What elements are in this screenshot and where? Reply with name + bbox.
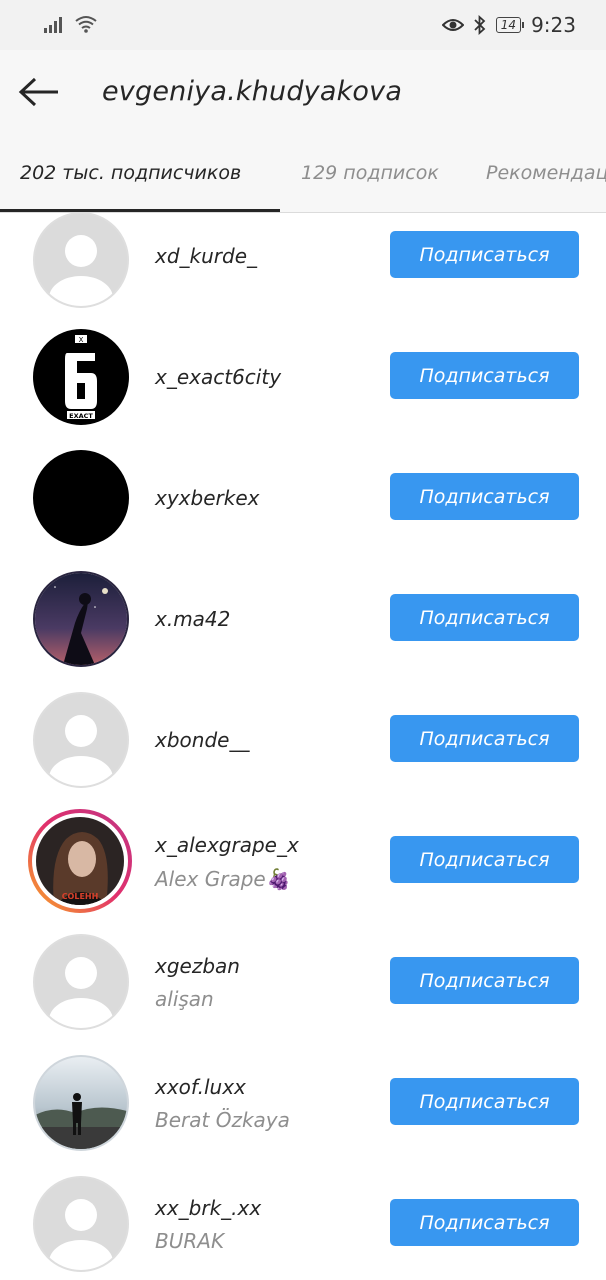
follow-button[interactable]: Подписаться	[390, 231, 579, 278]
follower-username[interactable]: x.ma42	[155, 607, 230, 631]
list-item[interactable]: COLEHH x_alexgrape_x Alex Grape🍇 Подписа…	[0, 805, 606, 926]
default-avatar-icon	[33, 934, 129, 1030]
tab-recommendations[interactable]: Рекомендации	[486, 134, 606, 212]
bluetooth-icon	[474, 15, 486, 35]
follower-username[interactable]: x_exact6city	[155, 365, 281, 389]
follower-full-name: alişan	[155, 987, 214, 1011]
follow-button[interactable]: Подписаться	[390, 352, 579, 399]
follower-username[interactable]: xxof.luxx	[155, 1075, 246, 1099]
list-item[interactable]: xd_kurde_ Подписаться	[0, 213, 606, 321]
avatar[interactable]	[33, 692, 129, 788]
default-avatar-icon	[33, 213, 129, 308]
status-time: 9:23	[531, 13, 576, 37]
status-bar: 14 9:23	[0, 0, 606, 50]
active-tab-indicator	[0, 209, 280, 212]
followers-list: xd_kurde_ Подписаться X EXACT x_exact6ci…	[0, 213, 606, 1280]
eye-icon	[441, 19, 464, 31]
follower-username[interactable]: xx_brk_.xx	[155, 1196, 261, 1220]
svg-text:COLEHH: COLEHH	[62, 892, 99, 901]
avatar[interactable]: X EXACT	[33, 329, 129, 425]
app-header: evgeniya.khudyakova	[0, 50, 606, 134]
avatar[interactable]: COLEHH	[27, 808, 133, 914]
page-title: evgeniya.khudyakova	[102, 76, 403, 107]
follow-button[interactable]: Подписаться	[390, 473, 579, 520]
girl-photo: COLEHH	[34, 815, 126, 907]
list-item[interactable]: xbonde__ Подписаться	[0, 684, 606, 805]
avatar[interactable]	[33, 1055, 129, 1151]
exact6-logo: X EXACT	[33, 329, 129, 425]
follow-button[interactable]: Подписаться	[390, 715, 579, 762]
tab-bar: 202 тыс. подписчиков 129 подписок Рекоме…	[0, 134, 606, 213]
arrow-left-icon	[18, 77, 58, 107]
status-right: 14 9:23	[441, 13, 576, 37]
svg-text:X: X	[79, 336, 84, 344]
signal-icon	[44, 17, 62, 33]
battery-icon: 14	[495, 17, 525, 33]
status-left	[44, 15, 98, 33]
follower-username[interactable]: xbonde__	[155, 728, 249, 752]
wifi-icon	[75, 16, 97, 33]
default-avatar-icon	[33, 1176, 129, 1272]
follow-button[interactable]: Подписаться	[390, 957, 579, 1004]
follower-full-name: BURAK	[155, 1229, 225, 1253]
list-item[interactable]: xgezban alişan Подписаться	[0, 926, 606, 1047]
follower-username[interactable]: xgezban	[155, 954, 240, 978]
avatar[interactable]	[33, 450, 129, 546]
tab-followers[interactable]: 202 тыс. подписчиков	[20, 134, 241, 212]
follower-username[interactable]: xyxberkex	[155, 486, 259, 510]
avatar[interactable]	[33, 213, 129, 308]
landscape-person-photo	[33, 1055, 129, 1151]
list-item[interactable]: xxof.luxx Berat Özkaya Подписаться	[0, 1047, 606, 1168]
tab-following[interactable]: 129 подписок	[301, 134, 439, 212]
list-item[interactable]: X EXACT x_exact6city Подписаться	[0, 321, 606, 442]
black-avatar	[33, 450, 129, 546]
follow-button[interactable]: Подписаться	[390, 1199, 579, 1246]
follower-username[interactable]: x_alexgrape_x	[155, 833, 299, 857]
default-avatar-icon	[33, 692, 129, 788]
avatar[interactable]	[33, 934, 129, 1030]
follower-full-name: Berat Özkaya	[155, 1108, 290, 1132]
follow-button[interactable]: Подписаться	[390, 836, 579, 883]
avatar[interactable]	[33, 1176, 129, 1272]
follow-button[interactable]: Подписаться	[390, 594, 579, 641]
svg-text:EXACT: EXACT	[69, 412, 93, 420]
follow-button[interactable]: Подписаться	[390, 1078, 579, 1125]
follower-username[interactable]: xd_kurde_	[155, 244, 257, 268]
follower-full-name: Alex Grape🍇	[155, 867, 291, 891]
back-button[interactable]	[14, 70, 64, 114]
list-item[interactable]: xyxberkex Подписаться	[0, 442, 606, 563]
avatar[interactable]	[33, 571, 129, 667]
list-item[interactable]: x.ma42 Подписаться	[0, 563, 606, 684]
list-item[interactable]: xx_brk_.xx BURAK Подписаться	[0, 1168, 606, 1280]
night-sky-photo	[33, 571, 129, 667]
